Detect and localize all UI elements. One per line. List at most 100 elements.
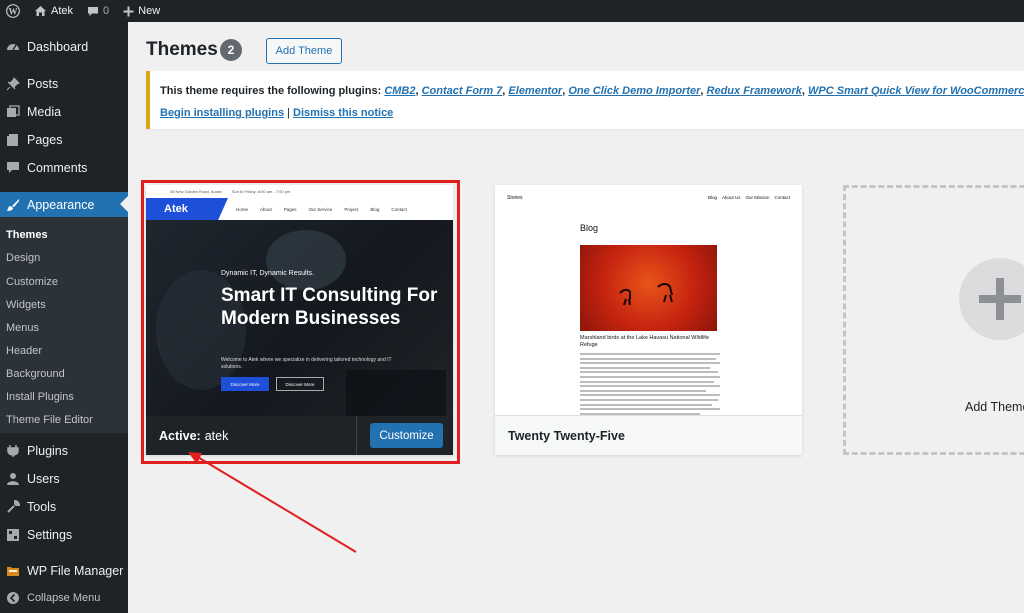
theme-card-atek[interactable]: 35 New Garden Road, Austin Sun to Friday… [146,185,453,455]
sidebar-label: WP File Manager [27,564,124,578]
plugin-link-cf7[interactable]: Contact Form 7 [422,85,503,97]
theme-count-badge: 2 [220,39,242,61]
sidebar-item-tools[interactable]: Tools [0,496,128,518]
plugin-link-cmb2[interactable]: CMB2 [384,85,415,97]
comment-icon [5,160,21,176]
appearance-submenu: Themes Design Customize Widgets Menus He… [0,217,128,433]
tt5-nav-item: About Us [721,195,741,200]
current-menu-arrow [120,196,128,212]
dashboard-icon [5,39,21,55]
sidebar-label: Media [27,105,62,119]
sidebar-item-dashboard[interactable]: Dashboard [0,36,128,58]
screenshot-hours: Sun to Friday: 8:00 am - 7:00 pm [231,189,291,194]
tt5-featured-image [580,245,717,331]
comment-icon [88,6,99,16]
hero-body: Welcome to Atek where we specialize in d… [221,357,392,370]
sidebar-item-collapse-menu[interactable]: Collapse Menu [0,588,128,608]
plugin-link-redux[interactable]: Redux Framework [707,85,802,97]
hero-tagline: Dynamic IT, Dynamic Results. [221,270,314,277]
plus-icon [123,6,134,16]
sidebar-label: Plugins [27,444,68,458]
plugin-icon [5,443,21,459]
notice-actions: Begin installing plugins | Dismiss this … [160,107,393,119]
hero-headline: Smart IT Consulting For Modern Businesse… [221,285,438,329]
screenshot-menu-item: Pages [283,206,297,212]
wrench-icon [5,499,21,515]
atek-logo: Atek [146,198,228,220]
screenshot-menu-item: Our Service [308,206,333,212]
tt5-nav: Blog About Us Our Mission Contact [708,195,790,200]
hero-primary-button: Discover More [221,377,269,391]
sidebar-item-pages[interactable]: Pages [0,129,128,151]
comments-link[interactable]: 0 [79,0,115,22]
submenu-item-install-plugins[interactable]: Install Plugins [0,391,128,403]
sidebar-label: Users [27,472,60,486]
screenshot-navbar: Atek Home About Pages Our Service Projec… [146,198,453,220]
home-icon [35,6,46,16]
active-label: Active: [159,428,201,443]
screenshot-menu-item: Home [236,206,249,212]
plugin-link-ocdi[interactable]: One Click Demo Importer [568,85,700,97]
submenu-item-theme-file-editor[interactable]: Theme File Editor [0,414,128,426]
brush-icon [5,197,21,213]
theme-screenshot-atek: 35 New Garden Road, Austin Sun to Friday… [146,185,453,416]
screenshot-hero: Dynamic IT, Dynamic Results. Smart IT Co… [146,220,453,416]
pages-icon [5,132,21,148]
theme-name: Twenty Twenty-Five [508,428,625,443]
submenu-item-header[interactable]: Header [0,345,128,357]
folder-icon [5,563,21,579]
plugin-link-wpc-quickview[interactable]: WPC Smart Quick View for WooCommerce [808,85,1024,97]
svg-text:W: W [9,6,18,16]
sidebar-item-settings[interactable]: Settings [0,524,128,546]
plugin-link-elementor[interactable]: Elementor [508,85,562,97]
notice-text: This theme requires the following plugin… [160,85,1024,97]
sidebar-label: Collapse Menu [27,592,101,604]
submenu-item-background[interactable]: Background [0,368,128,380]
begin-installing-link[interactable]: Begin installing plugins [160,107,284,119]
tt5-post-body [580,353,720,415]
sidebar-item-users[interactable]: Users [0,468,128,490]
sidebar-item-plugins[interactable]: Plugins [0,440,128,462]
tt5-post-title: Marshland birds at the Lake Havasu Natio… [580,335,710,348]
site-name-link[interactable]: Atek [26,0,79,22]
submenu-item-design[interactable]: Design [0,252,128,264]
new-label: New [138,5,161,17]
submenu-item-widgets[interactable]: Widgets [0,299,128,311]
sidebar-label: Comments [27,161,88,175]
tt5-nav-item: Blog [707,195,717,200]
sidebar-label: Appearance [27,197,95,212]
tt5-nav-item: Contact [774,195,790,200]
settings-icon [5,527,21,543]
theme-card-twenty-twenty-five[interactable]: Stories Blog About Us Our Mission Contac… [495,185,802,455]
sidebar-item-posts[interactable]: Posts [0,73,128,95]
main-content: Themes 2 Add Theme This theme requires t… [128,22,1024,613]
new-content-link[interactable]: New [115,0,166,22]
media-icon [5,104,21,120]
sidebar-item-wp-file-manager[interactable]: WP File Manager [0,560,128,582]
submenu-item-menus[interactable]: Menus [0,322,128,334]
add-new-theme-card[interactable] [843,185,1024,455]
plugin-notice: This theme requires the following plugin… [146,71,1024,129]
admin-sidebar: Dashboard Posts Media Pages Comments App… [0,22,128,613]
sidebar-label: Pages [27,133,63,147]
screenshot-menu-item: Blog [370,206,380,212]
comments-count: 0 [103,5,110,17]
screenshot-address: 35 New Garden Road, Austin [170,189,222,194]
tt5-heading: Blog [580,223,599,233]
sidebar-label: Tools [27,500,57,514]
dismiss-notice-link[interactable]: Dismiss this notice [293,107,393,119]
sidebar-item-media[interactable]: Media [0,101,128,123]
add-theme-button[interactable]: Add Theme [266,38,342,64]
sidebar-item-comments[interactable]: Comments [0,157,128,179]
notice-separator: | [287,107,290,119]
submenu-item-themes[interactable]: Themes [0,229,128,241]
page-title: Themes [146,39,218,60]
add-theme-label: Add Theme [965,400,1024,414]
annotation-arrow [188,452,357,553]
sidebar-item-appearance[interactable]: Appearance [0,192,128,217]
wordpress-logo-icon[interactable]: W [0,0,26,22]
screenshot-menu: Home About Pages Our Service Project Blo… [236,198,407,220]
theme-screenshot-tt5: Stories Blog About Us Our Mission Contac… [495,185,802,416]
submenu-item-customize[interactable]: Customize [0,276,128,288]
sidebar-label: Posts [27,77,59,91]
